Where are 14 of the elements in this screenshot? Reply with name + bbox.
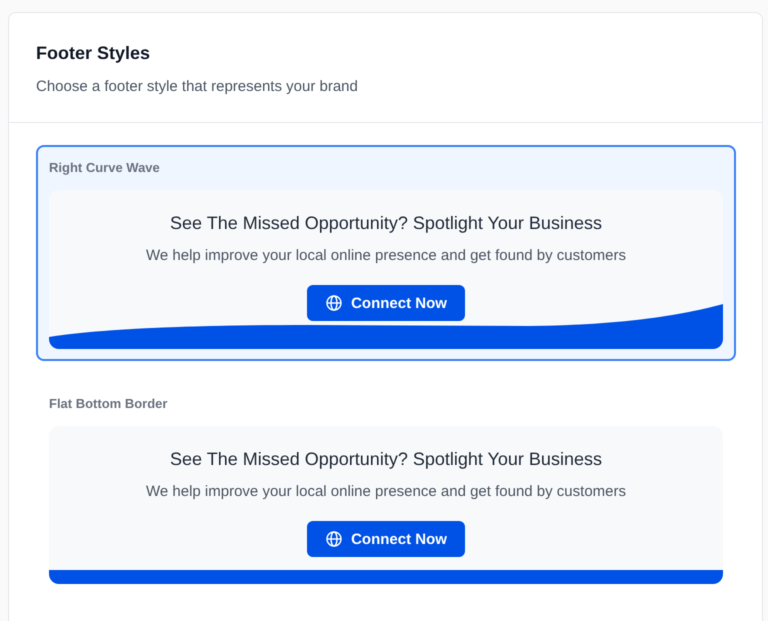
preview-heading: See The Missed Opportunity? Spotlight Your Business xyxy=(170,448,602,470)
connect-button[interactable]: Connect Now xyxy=(307,521,465,557)
globe-icon xyxy=(326,531,342,547)
footer-style-option[interactable]: Right Curve Wave See The Missed Opportunity? Spotlight Your Business We help improve your local online presence and get found by customers Connect Now xyxy=(36,145,736,361)
connect-button[interactable]: Connect Now xyxy=(307,285,465,321)
option-label: Flat Bottom Border xyxy=(49,396,168,412)
preview-text: We help improve your local online presence and get found by customers xyxy=(146,482,626,502)
globe-icon xyxy=(326,295,342,311)
footer-style-option[interactable]: Flat Bottom Border See The Missed Opportunity? Spotlight Your Business We help improve your local online presence and get found by customers Connect Now xyxy=(36,381,736,596)
section-title: Footer Styles xyxy=(36,42,152,64)
section-subtitle: Choose a footer style that represents your brand xyxy=(36,77,359,97)
preview-text: We help improve your local online presence and get found by customers xyxy=(146,246,626,266)
option-label: Right Curve Wave xyxy=(49,160,160,176)
preview-heading: See The Missed Opportunity? Spotlight Your Business xyxy=(170,212,602,234)
